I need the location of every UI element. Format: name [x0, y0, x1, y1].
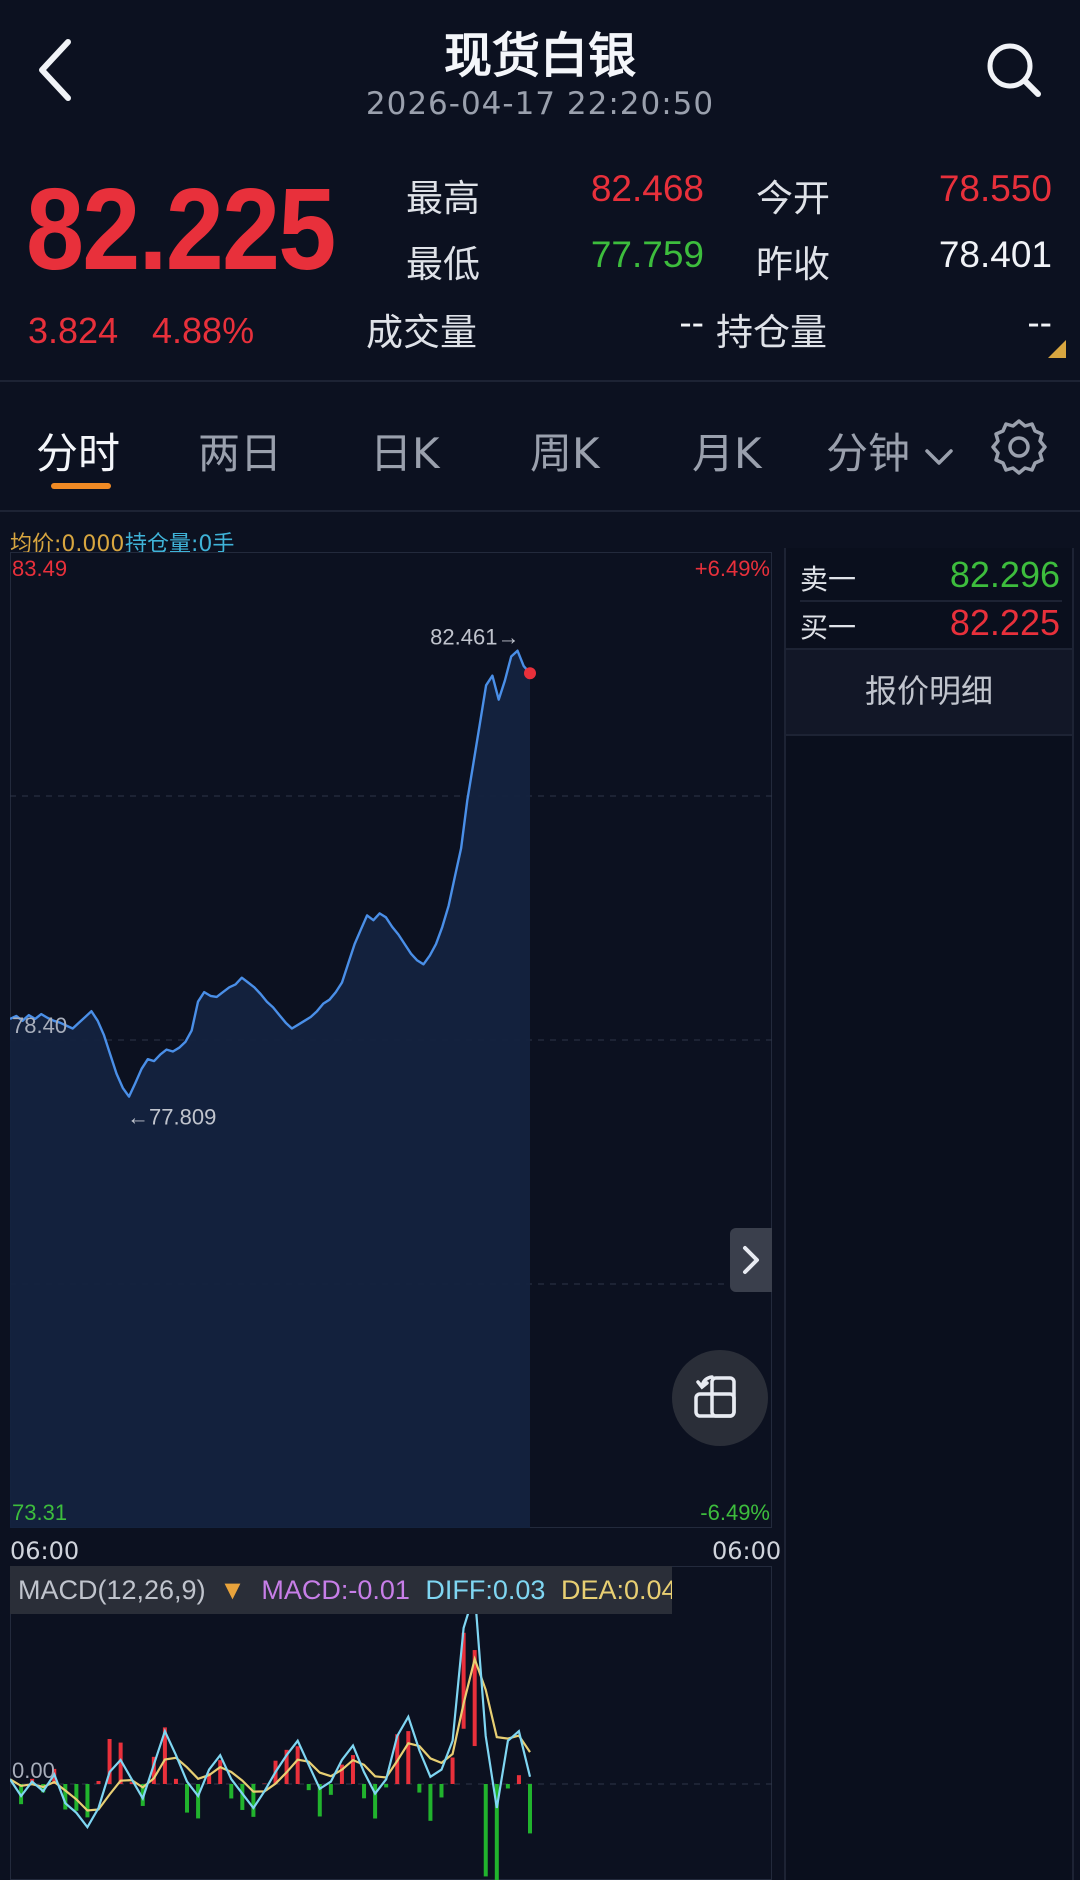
macd-bar: [516, 1775, 521, 1784]
x-axis-end-label: 06:00: [712, 1537, 782, 1565]
dea-value: DEA:0.04: [560, 1575, 672, 1605]
search-icon: [987, 43, 1041, 97]
macd-value: MACD:-0.01: [261, 1575, 410, 1605]
price-change: 3.824: [28, 310, 119, 351]
macd-bar: [505, 1784, 510, 1789]
settings-button[interactable]: [990, 418, 1048, 476]
macd-bar: [306, 1784, 311, 1791]
low-value: 77.759: [590, 234, 704, 275]
macd-bar: [428, 1784, 433, 1821]
chevron-right-icon: [743, 1246, 759, 1274]
tab-intraday[interactable]: 分时: [36, 420, 120, 481]
gear-icon: [991, 419, 1047, 475]
y-axis-ref-label: 78.40: [12, 1013, 67, 1038]
chevron-down-icon: [925, 448, 954, 465]
last-price-dot: [524, 667, 536, 680]
pct-top-label: +6.49%: [695, 556, 770, 581]
macd-bar: [173, 1778, 178, 1784]
macd-legend: MACD(12,26,9) ▼ MACD:-0.01 DIFF:0.03 DEA…: [10, 1566, 672, 1614]
tab-monthly-k[interactable]: 月K: [692, 420, 762, 481]
ask-price: 82.296: [949, 554, 1060, 595]
tab-minute-label: 分钟: [826, 429, 911, 478]
macd-bar: [96, 1780, 101, 1784]
min-annotation: ←77.809: [127, 1105, 216, 1130]
pct-bottom-label: -6.49%: [700, 1500, 770, 1525]
open-label: 今开: [756, 177, 830, 220]
macd-toggle-icon[interactable]: ▼: [213, 1575, 246, 1605]
macd-bar: [528, 1784, 532, 1834]
search-button[interactable]: [980, 36, 1050, 106]
macd-bar: [362, 1784, 367, 1799]
macd-zero-label: 0.00: [12, 1758, 55, 1783]
tab-weekly-k[interactable]: 周K: [530, 420, 600, 481]
page-title: 现货白银: [443, 28, 636, 84]
macd-bar: [417, 1784, 422, 1793]
macd-bar: [295, 1746, 300, 1784]
macd-bar: [483, 1784, 488, 1877]
tab-daily-k[interactable]: 日K: [370, 420, 440, 481]
open-value: 78.550: [938, 168, 1052, 209]
high-value: 82.468: [590, 168, 704, 209]
macd-bar: [450, 1757, 455, 1784]
macd-name: MACD(12,26,9): [18, 1575, 206, 1605]
rotate-phone-icon: [694, 1375, 736, 1418]
low-label: 最低: [406, 243, 480, 286]
quote-timestamp: 2026-04-17 22:20:50: [365, 86, 715, 122]
ask-label: 卖一: [800, 563, 857, 596]
intraday-chart: 83.49 73.31 78.40 +6.49% -6.49% 82.461→ …: [10, 552, 772, 1528]
macd-bar: [439, 1784, 444, 1798]
tab-minute[interactable]: 分钟: [826, 420, 955, 481]
bid-label: 买一: [800, 611, 857, 644]
quote-detail-tab[interactable]: 报价明细: [786, 648, 1072, 736]
volume-label: 成交量: [366, 311, 477, 354]
volume-value: --: [679, 302, 704, 343]
x-axis-start-label: 06:00: [10, 1537, 80, 1565]
macd-bar: [185, 1784, 190, 1813]
order-book-panel: 卖一 82.296 买一 82.225 报价明细: [784, 548, 1074, 1880]
diff-value: DIFF:0.03: [425, 1575, 546, 1605]
prev-close-label: 昨收: [756, 243, 830, 286]
prev-close-value: 78.401: [938, 234, 1052, 275]
max-annotation: 82.461→: [430, 625, 519, 650]
macd-bar: [384, 1784, 389, 1788]
macd-bar: [229, 1784, 234, 1799]
corner-indicator: [1048, 340, 1066, 358]
expand-panel-button[interactable]: [730, 1228, 772, 1292]
macd-bar: [196, 1784, 201, 1819]
macd-bar: [85, 1784, 90, 1818]
tab-two-day[interactable]: 两日: [198, 420, 282, 481]
macd-bar: [328, 1784, 333, 1795]
rotate-screen-button[interactable]: [672, 1350, 768, 1446]
price-change-percent: 4.88%: [152, 310, 255, 351]
last-price: 82.225: [26, 164, 336, 294]
y-axis-bottom-label: 73.31: [12, 1500, 67, 1525]
bid-price: 82.225: [949, 602, 1060, 643]
macd-bar: [218, 1760, 223, 1784]
active-tab-indicator: [51, 483, 111, 489]
macd-bar: [406, 1731, 411, 1784]
open-interest-value: --: [1027, 302, 1052, 343]
y-axis-top-label: 83.49: [12, 556, 67, 581]
divider: [0, 510, 1080, 512]
divider: [0, 380, 1080, 382]
high-label: 最高: [406, 177, 480, 220]
open-interest-label: 持仓量: [716, 311, 827, 354]
